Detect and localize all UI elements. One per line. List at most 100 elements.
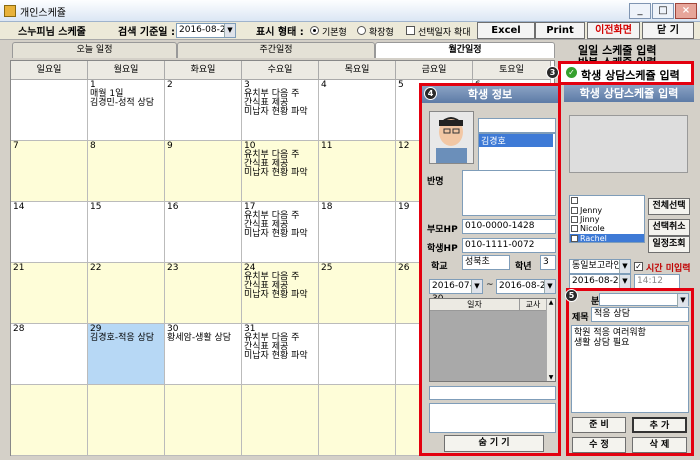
deselect-button[interactable]: 선택취소 [648, 219, 690, 236]
teacher-list-item[interactable] [570, 196, 644, 205]
calendar-day-cell[interactable]: 15 [88, 202, 165, 263]
teacher-checkbox[interactable] [571, 234, 578, 242]
calendar-day-cell[interactable] [88, 385, 165, 456]
calendar-day-cell[interactable]: 18 [319, 202, 396, 263]
calendar-day-cell[interactable]: 21 [11, 263, 88, 324]
tab-today[interactable]: 오늘 일정 [12, 42, 177, 58]
history-memo-field[interactable] [429, 403, 556, 433]
prepare-button[interactable]: 준 비 [572, 417, 626, 433]
teacher-list-item[interactable]: Jinny [570, 215, 644, 224]
parent-hp-field[interactable]: 010-0000-1428 [462, 219, 556, 234]
calendar-day-cell[interactable]: 29 김경호-적응 상담 [88, 324, 165, 385]
calendar-day-cell[interactable] [319, 385, 396, 456]
teacher-list-item[interactable]: Jenny [570, 205, 644, 215]
tab-monthly[interactable]: 월간일정 [375, 42, 555, 58]
schedule-entry[interactable]: 미납자 현황 파악 [244, 230, 316, 239]
date-from-input[interactable]: 2016-07-30 ▼ [429, 279, 483, 304]
teacher-list-item[interactable]: Rachel [570, 233, 644, 242]
time-unset-checkbox[interactable]: ✓ [634, 262, 643, 271]
teacher-checkbox[interactable] [571, 197, 578, 205]
schedule-entry[interactable]: 황세암-생활 상담 [167, 334, 239, 343]
category-select[interactable]: ▼ [599, 293, 689, 307]
consult-content-field[interactable]: 학원 적응 여러워함 생활 상담 필요 [571, 325, 689, 413]
chevron-down-icon[interactable]: ▼ [544, 280, 555, 293]
grade-field[interactable]: 3 [540, 255, 556, 270]
chevron-down-icon[interactable]: ▼ [619, 275, 630, 288]
calendar-day-cell[interactable]: 28 [11, 324, 88, 385]
add-button[interactable]: 추 가 [632, 417, 687, 433]
scrollbar[interactable]: ▲ ▼ [546, 299, 555, 381]
prev-screen-button[interactable]: 이전화면 [587, 22, 640, 39]
chevron-down-icon[interactable]: ▼ [619, 260, 630, 273]
teacher-list[interactable]: Jenny Jinny Nicole Rachel [569, 195, 645, 243]
date-to-input[interactable]: 2016-08-29 ▼ [496, 279, 556, 294]
calendar-day-cell[interactable] [11, 385, 88, 456]
calendar-day-cell[interactable]: 14 [11, 202, 88, 263]
chevron-down-icon[interactable]: ▼ [677, 294, 688, 307]
student-list[interactable]: 김경호 [478, 133, 556, 171]
schedule-entry[interactable]: 미납자 현황 파악 [244, 352, 316, 361]
calendar-day-cell[interactable]: 22 [88, 263, 165, 324]
chevron-down-icon[interactable]: ▼ [471, 280, 482, 293]
hide-button[interactable]: 숨 기 기 [444, 435, 544, 452]
print-button[interactable]: Print [535, 22, 585, 39]
chevron-down-icon[interactable]: ▼ [224, 24, 235, 37]
schedule-entry[interactable]: 김경민-성적 상담 [90, 99, 162, 108]
calendar-day-cell[interactable] [165, 385, 242, 456]
tab-weekly[interactable]: 주간일정 [177, 42, 375, 58]
calendar-day-cell[interactable]: 11 [319, 141, 396, 202]
edit-button[interactable]: 수 정 [572, 437, 626, 453]
school-field[interactable]: 성북초 [462, 255, 510, 270]
schedule-view-button[interactable]: 일정조회 [648, 236, 690, 253]
calendar-day-cell[interactable] [319, 324, 396, 385]
enlarge-checkbox[interactable] [406, 26, 415, 35]
consult-input-tab[interactable]: ✓ 학생 상담스케쥴 입력 [558, 61, 694, 85]
class-field[interactable] [462, 170, 556, 216]
calendar-day-cell[interactable] [11, 80, 88, 141]
calendar-day-cell[interactable]: 4 [319, 80, 396, 141]
history-detail-field[interactable] [429, 386, 556, 400]
excel-button[interactable]: Excel [477, 22, 535, 39]
teacher-checkbox[interactable] [571, 206, 578, 214]
schedule-entry[interactable]: 미납자 현황 파악 [244, 291, 316, 300]
schedule-entry[interactable]: 미납자 현황 파악 [244, 169, 316, 178]
radio-expand[interactable] [357, 26, 366, 35]
minimize-button[interactable]: _ [629, 3, 651, 19]
close-button[interactable]: 닫 기 [642, 22, 694, 39]
teacher-checkbox[interactable] [571, 225, 578, 233]
calendar-day-cell[interactable]: 30 황세암-생활 상담 [165, 324, 242, 385]
scroll-down-icon[interactable]: ▼ [547, 374, 555, 381]
scroll-up-icon[interactable]: ▲ [547, 299, 555, 306]
calendar-day-cell[interactable]: 10 유치부 다음 주 간식표 제공 미납자 현황 파악 [242, 141, 319, 202]
subject-field[interactable]: 적응 상담 [591, 307, 689, 322]
calendar-day-cell[interactable]: 8 [88, 141, 165, 202]
calendar-day-cell[interactable]: 7 [11, 141, 88, 202]
consult-time-input[interactable]: 14:12 [634, 274, 680, 289]
student-list-item[interactable]: 김경호 [479, 134, 553, 147]
schedule-entry[interactable]: 미납자 현황 파악 [244, 108, 316, 117]
calendar-day-cell[interactable]: 2 [165, 80, 242, 141]
consult-date-input[interactable]: 2016-08-29 ▼ [569, 274, 631, 289]
student-hp-field[interactable]: 010-1111-0072 [462, 238, 556, 253]
calendar-day-cell[interactable]: 25 [319, 263, 396, 324]
calendar-day-cell[interactable]: 16 [165, 202, 242, 263]
teacher-checkbox[interactable] [571, 215, 578, 223]
calendar-day-cell[interactable]: 3 유치부 다음 주 간식표 제공 미납자 현황 파악 [242, 80, 319, 141]
teacher-list-item[interactable]: Nicole [570, 224, 644, 233]
calendar-day-cell[interactable]: 17 유치부 다음 주 간식표 제공 미납자 현황 파악 [242, 202, 319, 263]
search-date-input[interactable]: 2016-08-29 ▼ [176, 23, 236, 38]
calendar-day-cell[interactable]: 1 매월 1일 김경민-성적 상담 [88, 80, 165, 141]
calendar-day-cell[interactable]: 24 유치부 다음 주 간식표 제공 미납자 현황 파악 [242, 263, 319, 324]
calendar-day-cell[interactable]: 23 [165, 263, 242, 324]
calendar-day-cell[interactable] [242, 385, 319, 456]
student-search-input[interactable] [478, 118, 556, 133]
delete-button[interactable]: 삭 제 [632, 437, 687, 453]
schedule-entry[interactable]: 김경호-적응 상담 [90, 334, 162, 343]
close-window-button[interactable]: × [675, 3, 697, 19]
consult-history-grid[interactable]: 일자 교사 ▲ ▼ [429, 298, 556, 382]
calendar-day-cell[interactable]: 31 유치부 다음 주 간식표 제공 미납자 현황 파악 [242, 324, 319, 385]
calendar-day-cell[interactable]: 9 [165, 141, 242, 202]
maximize-button[interactable]: □ [652, 3, 674, 19]
radio-basic[interactable] [310, 26, 319, 35]
select-all-button[interactable]: 전체선택 [648, 198, 690, 215]
